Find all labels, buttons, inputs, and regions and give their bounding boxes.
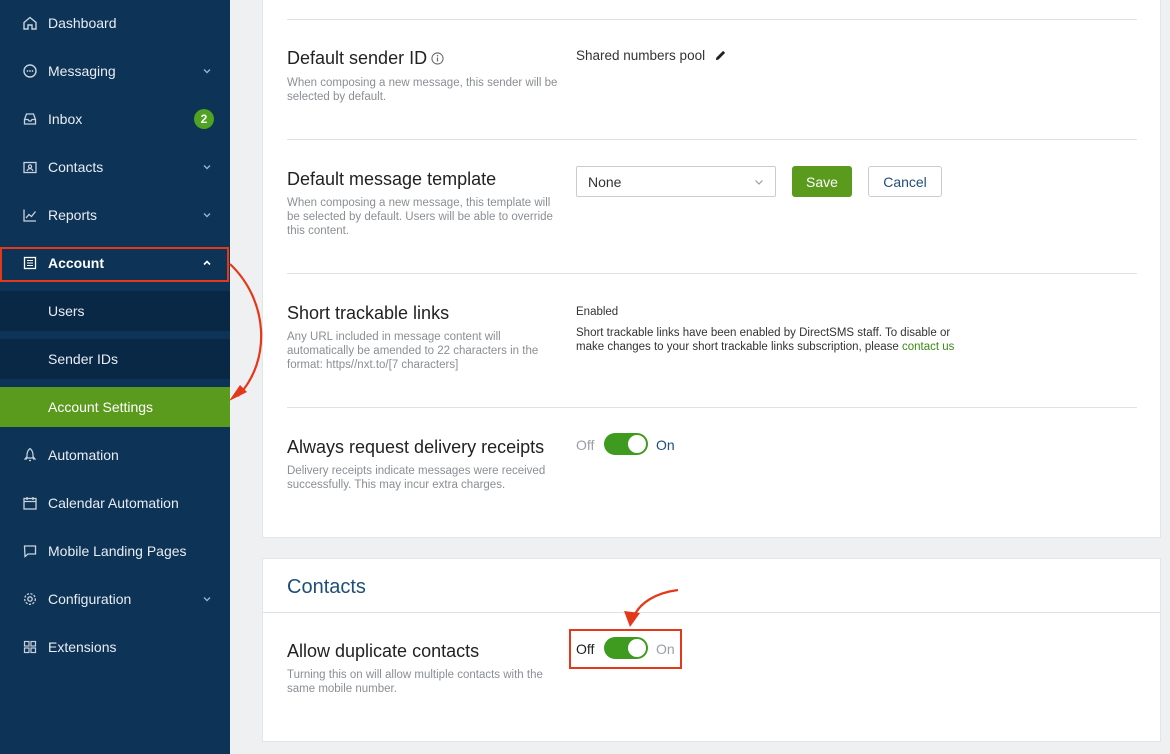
calendar-icon — [23, 497, 37, 510]
divider — [263, 612, 1160, 613]
sidebar-item-calendar-automation[interactable]: Calendar Automation — [0, 483, 230, 523]
divider — [287, 273, 1137, 274]
sidebar-item-extensions[interactable]: Extensions — [0, 627, 230, 667]
sidebar-item-label: Reports — [48, 207, 98, 223]
delivery-receipts-description: Delivery receipts indicate messages were… — [287, 465, 546, 491]
chat-square-icon — [23, 545, 37, 558]
toggle-knob — [628, 435, 646, 453]
chevron-down-icon — [203, 597, 211, 602]
sidebar-item-label: Configuration — [48, 591, 132, 607]
divider — [287, 407, 1137, 408]
chevron-down-icon — [203, 165, 211, 170]
sidebar-item-label: Sender IDs — [48, 351, 119, 367]
sidebar-subitem-account-settings[interactable]: Account Settings — [0, 387, 230, 427]
home-icon — [23, 16, 37, 30]
duplicate-contacts-title: Allow duplicate contacts — [287, 641, 480, 661]
sender-id-description: When composing a new message, this sende… — [287, 77, 558, 103]
sender-id-title: Default sender ID — [287, 47, 444, 69]
sidebar-item-label: Account Settings — [48, 399, 154, 415]
sidebar-item-label: Automation — [48, 447, 119, 463]
sidebar-item-automation[interactable]: Automation — [0, 435, 230, 475]
sidebar-item-messaging[interactable]: Messaging — [0, 51, 230, 91]
message-template-description: When composing a new message, this templ… — [287, 197, 553, 237]
sidebar-item-contacts[interactable]: Contacts — [0, 147, 230, 187]
sender-id-value: Shared numbers pool — [576, 48, 706, 63]
sidebar-subitem-users[interactable]: Users — [0, 291, 230, 331]
toggle-off-label: Off — [576, 437, 595, 453]
sidebar-item-label: Contacts — [48, 159, 104, 175]
chevron-down-icon — [203, 69, 211, 74]
toggle-on-label: On — [656, 437, 675, 453]
sidebar-item-reports[interactable]: Reports — [0, 195, 230, 235]
sidebar-item-label: Dashboard — [48, 15, 117, 31]
sidebar-item-label: Messaging — [48, 63, 116, 79]
trackable-links-description: Any URL included in message content will… — [287, 331, 539, 371]
trackable-links-title: Short trackable links — [287, 303, 450, 323]
sidebar-item-dashboard[interactable]: Dashboard — [0, 3, 230, 43]
duplicate-contacts-description: Turning this on will allow multiple cont… — [287, 669, 543, 695]
message-template-select[interactable]: None — [576, 166, 776, 197]
divider — [287, 139, 1137, 140]
delivery-receipts-title: Always request delivery receipts — [287, 437, 545, 457]
contact-card-icon — [23, 161, 37, 174]
rocket-icon — [23, 447, 37, 462]
account-highlight-box — [0, 247, 229, 282]
chevron-down-icon — [203, 213, 211, 218]
info-icon[interactable] — [431, 52, 444, 65]
contacts-section-heading: Contacts — [287, 576, 366, 598]
toggle-highlight-box — [569, 629, 682, 669]
sidebar-subitem-sender-ids[interactable]: Sender IDs — [0, 339, 230, 379]
trackable-links-status: Enabled — [576, 306, 619, 318]
sidebar-item-configuration[interactable]: Configuration — [0, 579, 230, 619]
unread-count-badge: 2 — [194, 109, 214, 129]
trackable-links-info: Short trackable links have been enabled … — [576, 327, 955, 353]
inbox-icon — [23, 113, 37, 125]
gear-icon — [24, 593, 36, 605]
line-chart-icon — [23, 209, 37, 222]
chat-bubble-icon — [23, 64, 37, 78]
save-button[interactable]: Save — [792, 166, 852, 197]
chevron-down-icon — [755, 180, 763, 185]
sidebar-item-label: Calendar Automation — [48, 495, 179, 511]
cancel-button[interactable]: Cancel — [868, 166, 942, 197]
arrow-to-account-settings — [229, 263, 263, 397]
select-value: None — [588, 174, 622, 190]
sidebar-item-label: Mobile Landing Pages — [48, 543, 187, 559]
sidebar-item-mobile-landing-pages[interactable]: Mobile Landing Pages — [0, 531, 230, 571]
grid-icon — [23, 640, 37, 654]
sidebar: Dashboard Messaging Inbox 2 Contacts Rep… — [0, 0, 230, 754]
arrowhead — [229, 385, 247, 401]
contact-us-link[interactable]: contact us — [902, 341, 954, 353]
pencil-icon[interactable] — [714, 49, 727, 62]
sidebar-item-inbox[interactable]: Inbox 2 — [0, 99, 230, 139]
message-template-title: Default message template — [287, 169, 497, 189]
sidebar-item-label: Inbox — [48, 111, 83, 127]
sidebar-item-label: Users — [48, 303, 85, 319]
delivery-receipts-toggle[interactable] — [604, 433, 648, 455]
divider — [287, 19, 1137, 20]
sidebar-item-label: Extensions — [48, 639, 117, 655]
